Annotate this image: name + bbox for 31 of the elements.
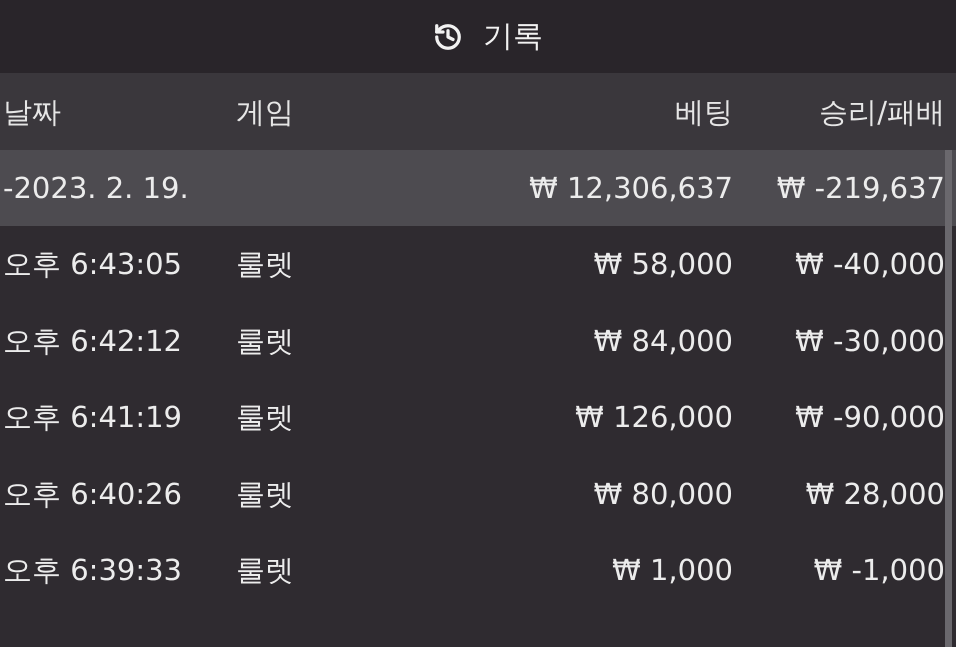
history-icon — [433, 22, 463, 52]
table-cell: 오후 6:41:19 — [3, 399, 182, 436]
column-header: 승리/패배 — [819, 94, 945, 130]
table-cell: ₩ -30,000 — [795, 322, 945, 359]
column-header: 게임 — [236, 94, 294, 130]
table-cell: ₩ 58,000 — [594, 246, 733, 282]
table-cell: ₩ 84,000 — [594, 322, 733, 359]
table-cell: ₩ -40,000 — [795, 246, 945, 282]
table-cell: 룰렛 — [236, 322, 294, 359]
table-cell: ₩ 126,000 — [575, 399, 733, 436]
table-cell: ₩ -90,000 — [795, 399, 945, 436]
table-cell: 오후 6:42:12 — [3, 322, 182, 359]
table-cell: ₩ 80,000 — [594, 476, 733, 512]
table-cell: 오후 6:43:05 — [3, 246, 182, 282]
table-cell: 오후 6:40:26 — [3, 476, 182, 512]
dialog-title: 기록 — [483, 18, 543, 54]
table-cell: ₩ -219,637 — [776, 170, 945, 206]
table-cell: ₩ 12,306,637 — [529, 170, 733, 206]
column-header: 베팅 — [675, 94, 733, 130]
table-cell: 오후 6:39:33 — [3, 552, 182, 588]
column-header: 날짜 — [3, 94, 61, 130]
scrollbar[interactable] — [945, 150, 952, 647]
table-cell: ₩ 28,000 — [806, 476, 945, 512]
summary-row[interactable]: -2023. 2. 19. ₩ 12,306,637 ₩ -219,637 — [0, 150, 956, 226]
table-cell: 룰렛 — [236, 399, 294, 436]
date-cell: -2023. 2. 19. — [3, 170, 189, 206]
table-cell: 룰렛 — [236, 476, 294, 512]
table-cell: 룰렛 — [236, 246, 294, 282]
table-cell: ₩ -1,000 — [814, 552, 945, 588]
table-cell: 룰렛 — [236, 552, 294, 588]
table-cell: ₩ 1,000 — [612, 552, 733, 588]
